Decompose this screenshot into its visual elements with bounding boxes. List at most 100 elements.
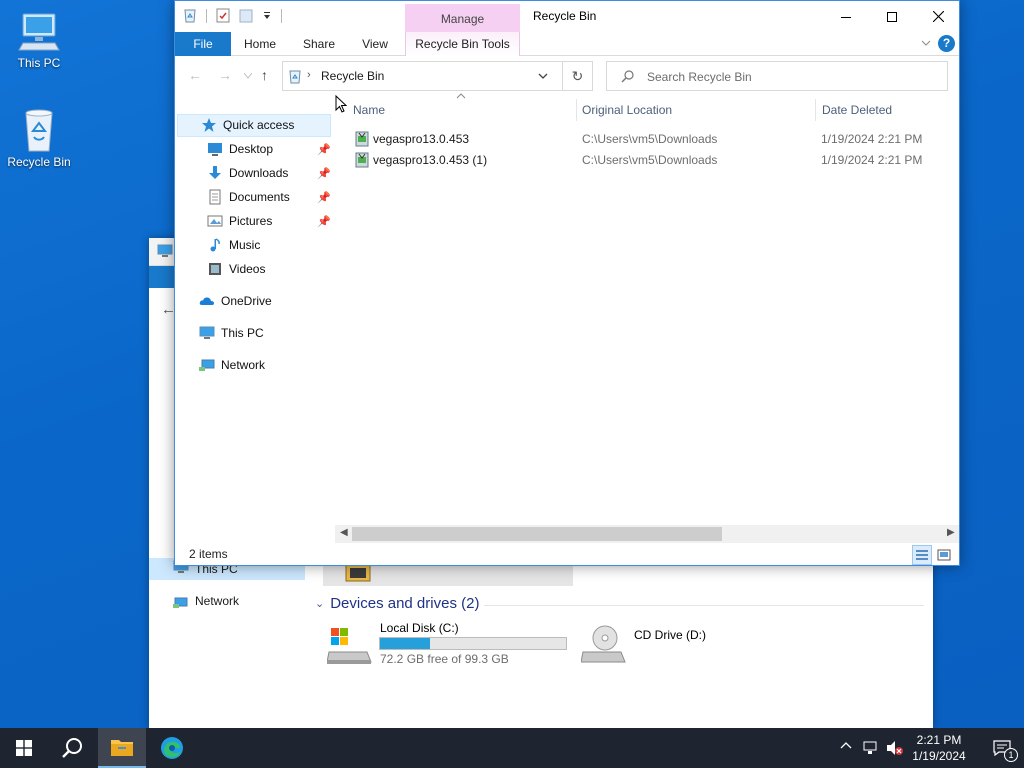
nav-documents[interactable]: Documents [207, 186, 290, 208]
nav-network[interactable]: Network [199, 354, 265, 376]
recycle-bin-icon [184, 9, 196, 23]
nav-quick-access[interactable]: Quick access [201, 114, 294, 136]
help-button[interactable]: ? [938, 35, 955, 52]
up-button[interactable]: ↑ [261, 67, 268, 83]
ribbon-tabs: File Home Share View Recycle Bin Tools ? [175, 32, 959, 56]
tab-home[interactable]: Home [235, 32, 285, 56]
nav-pictures[interactable]: Pictures [207, 210, 272, 232]
clock-date: 1/19/2024 [912, 749, 966, 763]
recent-locations-icon[interactable] [244, 73, 252, 79]
tab-recycle-bin-tools[interactable]: Recycle Bin Tools [405, 32, 520, 56]
tab-file[interactable]: File [175, 32, 231, 56]
pin-icon[interactable]: 📌 [317, 167, 331, 180]
scrollbar-thumb[interactable] [352, 527, 722, 541]
pin-icon[interactable]: 📌 [317, 215, 331, 228]
nav-label: Quick access [223, 118, 295, 132]
taskbar: 2:21 PM 1/19/2024 1 [0, 728, 1024, 768]
column-divider[interactable] [576, 99, 577, 121]
volume-muted-icon[interactable] [886, 740, 904, 756]
drive-c-usage-fill [380, 638, 431, 649]
tab-manage[interactable]: Manage [405, 4, 520, 32]
nav-videos[interactable]: Videos [207, 258, 265, 280]
pin-icon[interactable]: 📌 [317, 191, 331, 204]
title-bar[interactable]: Manage Recycle Bin [175, 1, 959, 32]
drive-d-name[interactable]: CD Drive (D:) [634, 628, 706, 642]
nav-label: Downloads [229, 166, 289, 180]
file-name: vegaspro13.0.453 [373, 132, 470, 146]
maximize-button[interactable] [869, 1, 915, 32]
computer-icon [199, 326, 215, 339]
background-file-tab [149, 266, 177, 288]
system-clock[interactable]: 2:21 PM 1/19/2024 [906, 732, 972, 764]
installer-file-icon [355, 131, 369, 147]
file-name: vegaspro13.0.453 (1) [373, 153, 488, 167]
details-view-icon [916, 550, 928, 560]
column-header-date-deleted[interactable]: Date Deleted [822, 103, 892, 117]
search-button[interactable] [48, 728, 96, 768]
new-folder-icon[interactable] [239, 8, 253, 23]
start-button[interactable] [0, 728, 48, 768]
back-button[interactable]: ← [188, 67, 202, 83]
taskbar-file-explorer[interactable] [98, 728, 146, 768]
address-bar[interactable]: › Recycle Bin [282, 61, 563, 91]
show-hidden-icons-icon[interactable] [840, 740, 852, 752]
forward-button[interactable]: → [218, 67, 232, 83]
column-header-original-location[interactable]: Original Location [582, 103, 672, 117]
drive-c-name[interactable]: Local Disk (C:) [380, 621, 459, 635]
refresh-icon: ↻ [571, 67, 584, 84]
nav-onedrive[interactable]: OneDrive [199, 290, 272, 312]
desktop-icon-this-pc[interactable]: This PC [4, 10, 74, 70]
desktop-icon-recycle-bin[interactable]: Recycle Bin [4, 107, 74, 169]
recycle-bin-window[interactable]: Manage Recycle Bin File Home Share View … [174, 0, 960, 566]
nav-downloads[interactable]: Downloads [207, 162, 288, 184]
scroll-right-icon[interactable]: ▶ [947, 527, 955, 538]
column-header-name[interactable]: Name [353, 103, 385, 117]
cloud-icon [199, 297, 214, 305]
cd-drive-icon [581, 625, 626, 663]
refresh-button[interactable]: ↻ [563, 61, 593, 91]
window-title: Recycle Bin [533, 9, 597, 23]
tab-view[interactable]: View [353, 32, 397, 56]
search-box[interactable]: Search Recycle Bin [606, 61, 948, 91]
properties-icon[interactable] [216, 8, 230, 23]
customize-toolbar-icon[interactable] [262, 11, 272, 21]
breadcrumb-separator-icon[interactable]: › [307, 69, 311, 81]
table-row[interactable]: vegaspro13.0.453 (1) C:\Users\vm5\Downlo… [351, 150, 959, 170]
notification-center-button[interactable]: 1 [980, 728, 1024, 768]
drive-c-usage-bar [379, 637, 567, 650]
taskbar-edge[interactable] [148, 728, 196, 768]
expand-ribbon-icon[interactable] [921, 38, 931, 48]
nav-desktop[interactable]: Desktop [207, 138, 273, 160]
minimize-button[interactable] [823, 1, 869, 32]
devices-and-drives-header[interactable]: ⌄ Devices and drives (2) [315, 595, 479, 612]
toolbar-separator [206, 8, 207, 23]
large-icons-view-icon [937, 549, 951, 561]
status-item-count: 2 items [189, 547, 228, 561]
nav-this-pc[interactable]: This PC [199, 322, 264, 344]
nav-label: Videos [229, 262, 266, 276]
large-icons-view-button[interactable] [934, 545, 954, 565]
background-nav-network[interactable]: Network [173, 594, 239, 608]
music-note-icon [210, 238, 220, 252]
details-view-button[interactable] [912, 545, 932, 565]
table-row[interactable]: vegaspro13.0.453 C:\Users\vm5\Downloads … [351, 129, 959, 149]
desktop-icon-label: This PC [17, 56, 61, 70]
close-button[interactable] [915, 1, 959, 32]
file-date-deleted: 1/19/2024 2:21 PM [821, 153, 923, 167]
column-divider[interactable] [815, 99, 816, 121]
chevron-down-icon[interactable] [537, 70, 549, 82]
file-original-location: C:\Users\vm5\Downloads [582, 132, 718, 146]
breadcrumb-recycle-bin[interactable]: Recycle Bin [321, 69, 384, 83]
section-divider [484, 605, 924, 606]
nav-label: Pictures [229, 214, 273, 228]
nav-music[interactable]: Music [207, 234, 260, 256]
pin-icon[interactable]: 📌 [317, 143, 331, 156]
scroll-left-icon[interactable]: ◀ [340, 527, 348, 538]
file-date-deleted: 1/19/2024 2:21 PM [821, 132, 923, 146]
mouse-cursor-icon [335, 95, 347, 113]
network-status-icon[interactable] [863, 740, 879, 756]
horizontal-scrollbar[interactable]: ◀ ▶ [335, 525, 959, 543]
desktop-folder-icon [208, 143, 222, 156]
tab-share[interactable]: Share [293, 32, 345, 56]
search-input[interactable]: Search Recycle Bin [647, 70, 752, 84]
